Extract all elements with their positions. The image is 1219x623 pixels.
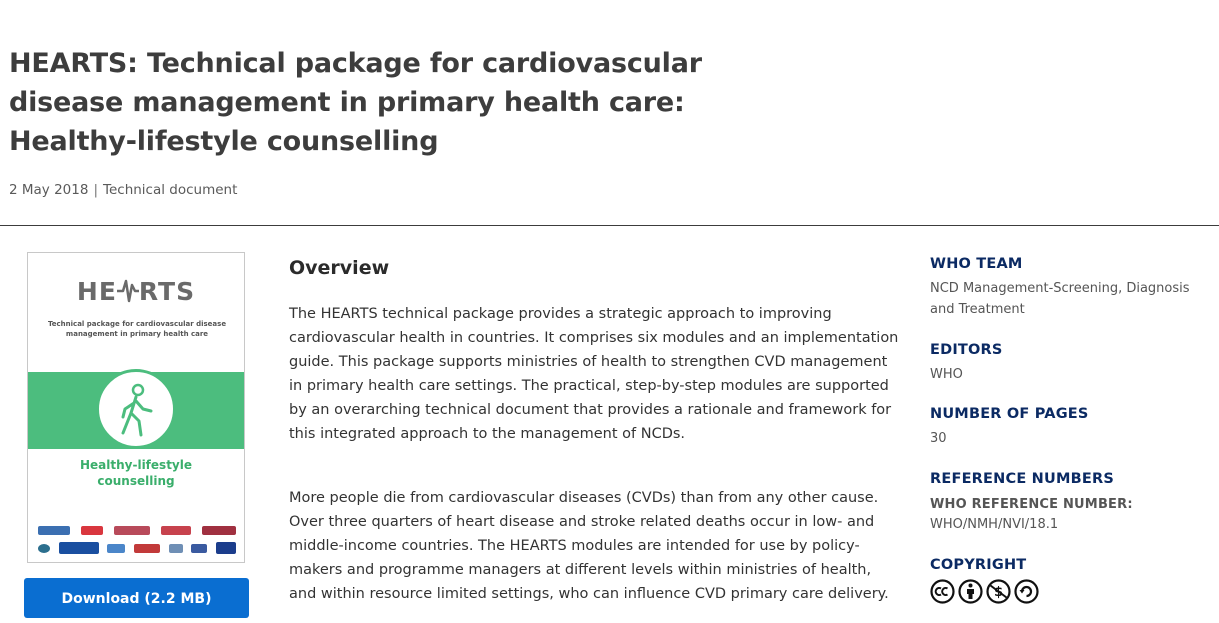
header-divider: [0, 225, 1219, 226]
partner-logo: [58, 542, 99, 554]
hearts-logo: HE RTS: [28, 273, 244, 306]
publication-date: 2 May 2018: [9, 182, 89, 198]
cover-label-line1: Healthy-lifestyle: [79, 458, 192, 472]
nc-icon: $: [986, 579, 1011, 604]
reference-sub-label: WHO REFERENCE NUMBER:: [930, 497, 1133, 512]
logo-text-left: HE: [76, 277, 117, 306]
partner-logo: [114, 525, 150, 535]
overview-paragraph: More people die from cardiovascular dise…: [289, 490, 889, 602]
pages-value: 30: [930, 431, 947, 446]
cover-label: Healthy-lifestyle counselling: [28, 457, 244, 489]
partner-logo: [133, 543, 160, 553]
who-team-section: WHO TEAM NCD Management-Screening, Diagn…: [930, 256, 1210, 320]
reference-heading: REFERENCE NUMBERS: [930, 471, 1114, 487]
partner-logos: [38, 521, 236, 557]
page-title: HEARTS: Technical package for cardiovasc…: [9, 48, 702, 157]
cover-circle: [96, 369, 176, 449]
partner-logo: [168, 543, 183, 553]
partner-logo: [161, 525, 191, 535]
sa-icon: [1014, 579, 1039, 604]
document-type: Technical document: [103, 182, 238, 198]
overview-heading: Overview: [289, 257, 390, 279]
heartbeat-icon: [116, 279, 139, 303]
editors-section: EDITORS WHO: [930, 342, 1210, 385]
pages-section: NUMBER OF PAGES 30: [930, 406, 1210, 449]
partner-logo: [191, 543, 208, 553]
cc-icon: [930, 579, 955, 604]
license-icons[interactable]: $: [930, 579, 1210, 604]
download-button[interactable]: Download (2.2 MB): [24, 578, 249, 618]
partner-logo: [202, 525, 236, 535]
editors-heading: EDITORS: [930, 342, 1003, 358]
publication-meta: 2 May 2018 | Technical document: [9, 182, 237, 198]
by-icon: [958, 579, 983, 604]
partner-logo: [107, 543, 126, 553]
cover-subtitle: Technical package for cardiovascular dis…: [47, 320, 227, 338]
partner-logo: [38, 543, 50, 553]
walking-person-icon: [121, 383, 153, 437]
reference-value: WHO/NMH/NVI/18.1: [930, 517, 1059, 532]
editors-value: WHO: [930, 367, 963, 382]
copyright-section: COPYRIGHT $: [930, 557, 1210, 604]
meta-separator: |: [93, 182, 99, 198]
pages-heading: NUMBER OF PAGES: [930, 406, 1089, 422]
overview-paragraph: The HEARTS technical package provides a …: [289, 306, 899, 442]
partner-logo: [215, 542, 236, 554]
logo-text-right: RTS: [138, 277, 196, 306]
reference-section: REFERENCE NUMBERS WHO REFERENCE NUMBER: …: [930, 471, 1210, 535]
partner-logo: [38, 525, 70, 535]
cover-label-line2: counselling: [97, 474, 175, 488]
cover-thumbnail[interactable]: HE RTS Technical package for cardiovascul…: [27, 252, 245, 563]
copyright-heading: COPYRIGHT: [930, 557, 1027, 573]
who-team-value[interactable]: NCD Management-Screening, Diagnosis and …: [930, 278, 1210, 320]
partner-logo: [81, 525, 103, 535]
who-team-heading: WHO TEAM: [930, 256, 1023, 272]
